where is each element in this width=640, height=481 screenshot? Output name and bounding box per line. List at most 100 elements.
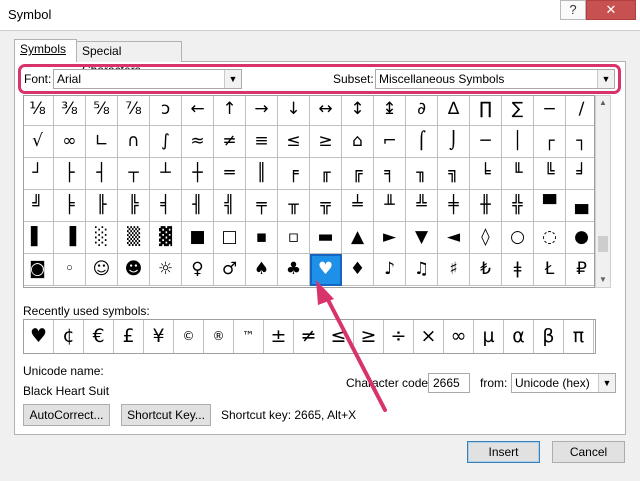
symbol-cell[interactable]: ▄ bbox=[566, 190, 594, 222]
symbol-cell[interactable]: ⌠ bbox=[406, 126, 438, 158]
symbol-cell[interactable]: ∟ bbox=[86, 126, 118, 158]
symbol-cell[interactable]: ╘ bbox=[470, 158, 502, 190]
symbol-cell[interactable]: ⌂ bbox=[342, 126, 374, 158]
symbol-cell[interactable]: ♀ bbox=[182, 254, 214, 286]
symbol-cell[interactable]: ◄ bbox=[438, 222, 470, 254]
recent-symbol-cell[interactable]: ≤ bbox=[324, 320, 354, 353]
symbol-cell[interactable]: ♦ bbox=[342, 254, 374, 286]
symbol-cell[interactable]: ▪ bbox=[246, 222, 278, 254]
symbol-cell[interactable]: ◊ bbox=[470, 222, 502, 254]
symbol-cell[interactable]: ↑ bbox=[214, 96, 246, 126]
symbol-cell[interactable]: ● bbox=[566, 222, 594, 254]
symbol-cell[interactable]: ▀ bbox=[534, 190, 566, 222]
symbol-cell[interactable]: ▌ bbox=[24, 222, 54, 254]
symbol-cell[interactable]: ╓ bbox=[310, 158, 342, 190]
symbol-cell[interactable]: ← bbox=[182, 96, 214, 126]
scroll-up-icon[interactable]: ▲ bbox=[596, 96, 610, 110]
recent-symbol-cell[interactable]: ÷ bbox=[384, 320, 414, 353]
scrollbar-thumb[interactable] bbox=[598, 236, 608, 252]
recent-symbol-cell[interactable]: ∞ bbox=[444, 320, 474, 353]
tab-symbols[interactable]: Symbols bbox=[14, 39, 77, 62]
tab-special-characters[interactable]: Special Characters bbox=[76, 41, 182, 77]
cancel-button[interactable]: Cancel bbox=[552, 441, 625, 463]
symbol-cell[interactable]: ∕ bbox=[566, 96, 594, 126]
close-button[interactable]: ✕ bbox=[586, 0, 636, 20]
symbol-cell[interactable]: ₽ bbox=[566, 254, 594, 286]
recent-symbol-cell[interactable]: ¥ bbox=[144, 320, 174, 353]
symbol-cell[interactable]: ╨ bbox=[374, 190, 406, 222]
recent-symbol-cell[interactable]: ¢ bbox=[54, 320, 84, 353]
symbol-cell[interactable]: ╤ bbox=[246, 190, 278, 222]
symbol-cell[interactable]: ǂ bbox=[502, 254, 534, 286]
symbol-cell[interactable]: ╥ bbox=[278, 190, 310, 222]
symbol-cell[interactable]: ≈ bbox=[182, 126, 214, 158]
symbol-cell[interactable]: ╚ bbox=[534, 158, 566, 190]
symbol-grid[interactable]: ⅛⅜⅝⅞ↄ←↑→↓↔↕↨∂∆∏∑−∕∙√∞∟∩∫≈≠≡≤≥⌂⌐⌠⌡─│┌┐└┘├… bbox=[23, 95, 595, 288]
symbol-cell[interactable]: ╒ bbox=[278, 158, 310, 190]
recent-symbol-cell[interactable]: ♥ bbox=[24, 320, 54, 353]
symbol-cell[interactable]: ╛ bbox=[566, 158, 594, 190]
symbol-cell[interactable]: ╟ bbox=[86, 190, 118, 222]
grid-scrollbar[interactable]: ▲ ▼ bbox=[595, 95, 611, 288]
symbol-cell[interactable]: ♯ bbox=[438, 254, 470, 286]
character-code-input[interactable]: 2665 bbox=[428, 373, 470, 393]
symbol-cell[interactable]: ╝ bbox=[24, 190, 54, 222]
symbol-cell[interactable]: ▒ bbox=[118, 222, 150, 254]
symbol-cell[interactable]: ■ bbox=[182, 222, 214, 254]
symbol-cell[interactable]: ∂ bbox=[406, 96, 438, 126]
symbol-cell[interactable]: Ł bbox=[534, 254, 566, 286]
symbol-cell[interactable]: ▲ bbox=[342, 222, 374, 254]
insert-button[interactable]: Insert bbox=[467, 441, 540, 463]
symbol-cell[interactable]: ◙ bbox=[24, 254, 54, 286]
symbol-cell[interactable]: ╬ bbox=[502, 190, 534, 222]
recent-symbol-cell[interactable]: π bbox=[564, 320, 594, 353]
recent-symbol-cell[interactable]: β bbox=[534, 320, 564, 353]
symbol-cell[interactable]: ⅝ bbox=[86, 96, 118, 126]
symbol-cell[interactable]: ∑ bbox=[502, 96, 534, 126]
symbol-cell[interactable]: ╔ bbox=[342, 158, 374, 190]
symbol-cell[interactable]: ♥ bbox=[310, 254, 342, 286]
symbol-cell[interactable]: ♪ bbox=[374, 254, 406, 286]
symbol-cell[interactable]: ╙ bbox=[502, 158, 534, 190]
symbol-cell[interactable]: ├ bbox=[54, 158, 86, 190]
symbol-cell[interactable]: ╠ bbox=[118, 190, 150, 222]
symbol-cell[interactable]: ∏ bbox=[470, 96, 502, 126]
symbol-cell[interactable]: ╩ bbox=[406, 190, 438, 222]
recent-symbol-cell[interactable]: € bbox=[84, 320, 114, 353]
symbol-cell[interactable]: ┬ bbox=[118, 158, 150, 190]
symbol-cell[interactable]: ► bbox=[374, 222, 406, 254]
symbol-cell[interactable]: │ bbox=[502, 126, 534, 158]
symbol-cell[interactable]: ◌ bbox=[534, 222, 566, 254]
symbol-cell[interactable]: ╕ bbox=[374, 158, 406, 190]
symbol-cell[interactable]: ♠ bbox=[246, 254, 278, 286]
symbol-cell[interactable]: ≡ bbox=[246, 126, 278, 158]
symbol-cell[interactable]: ☼ bbox=[150, 254, 182, 286]
symbol-cell[interactable]: ↔ bbox=[310, 96, 342, 126]
symbol-cell[interactable]: ∩ bbox=[118, 126, 150, 158]
recent-symbol-cell[interactable]: ™ bbox=[234, 320, 264, 353]
symbol-cell[interactable]: ⅛ bbox=[24, 96, 54, 126]
symbol-cell[interactable]: √ bbox=[24, 126, 54, 158]
recent-symbol-cell[interactable]: µ bbox=[474, 320, 504, 353]
symbol-cell[interactable]: ╣ bbox=[214, 190, 246, 222]
symbol-cell[interactable]: ▬ bbox=[310, 222, 342, 254]
symbol-cell[interactable]: ┌ bbox=[534, 126, 566, 158]
symbol-cell[interactable]: ┘ bbox=[24, 158, 54, 190]
symbol-cell[interactable]: □ bbox=[214, 222, 246, 254]
scroll-down-icon[interactable]: ▼ bbox=[596, 273, 610, 287]
symbol-cell[interactable]: ↕ bbox=[342, 96, 374, 126]
symbol-cell[interactable]: ₺ bbox=[470, 254, 502, 286]
symbol-cell[interactable]: ↨ bbox=[374, 96, 406, 126]
symbol-cell[interactable]: ♣ bbox=[278, 254, 310, 286]
symbol-cell[interactable]: ▫ bbox=[278, 222, 310, 254]
symbol-cell[interactable]: ╖ bbox=[406, 158, 438, 190]
symbol-cell[interactable]: ╡ bbox=[150, 190, 182, 222]
symbol-cell[interactable]: ☻ bbox=[118, 254, 150, 286]
recent-symbol-cell[interactable]: © bbox=[174, 320, 204, 353]
symbol-cell[interactable]: ╗ bbox=[438, 158, 470, 190]
symbol-cell[interactable]: ╞ bbox=[54, 190, 86, 222]
recent-symbol-cell[interactable]: ± bbox=[264, 320, 294, 353]
symbol-cell[interactable]: ◦ bbox=[54, 254, 86, 286]
symbol-cell[interactable]: ↄ bbox=[150, 96, 182, 126]
symbol-cell[interactable]: ≠ bbox=[214, 126, 246, 158]
